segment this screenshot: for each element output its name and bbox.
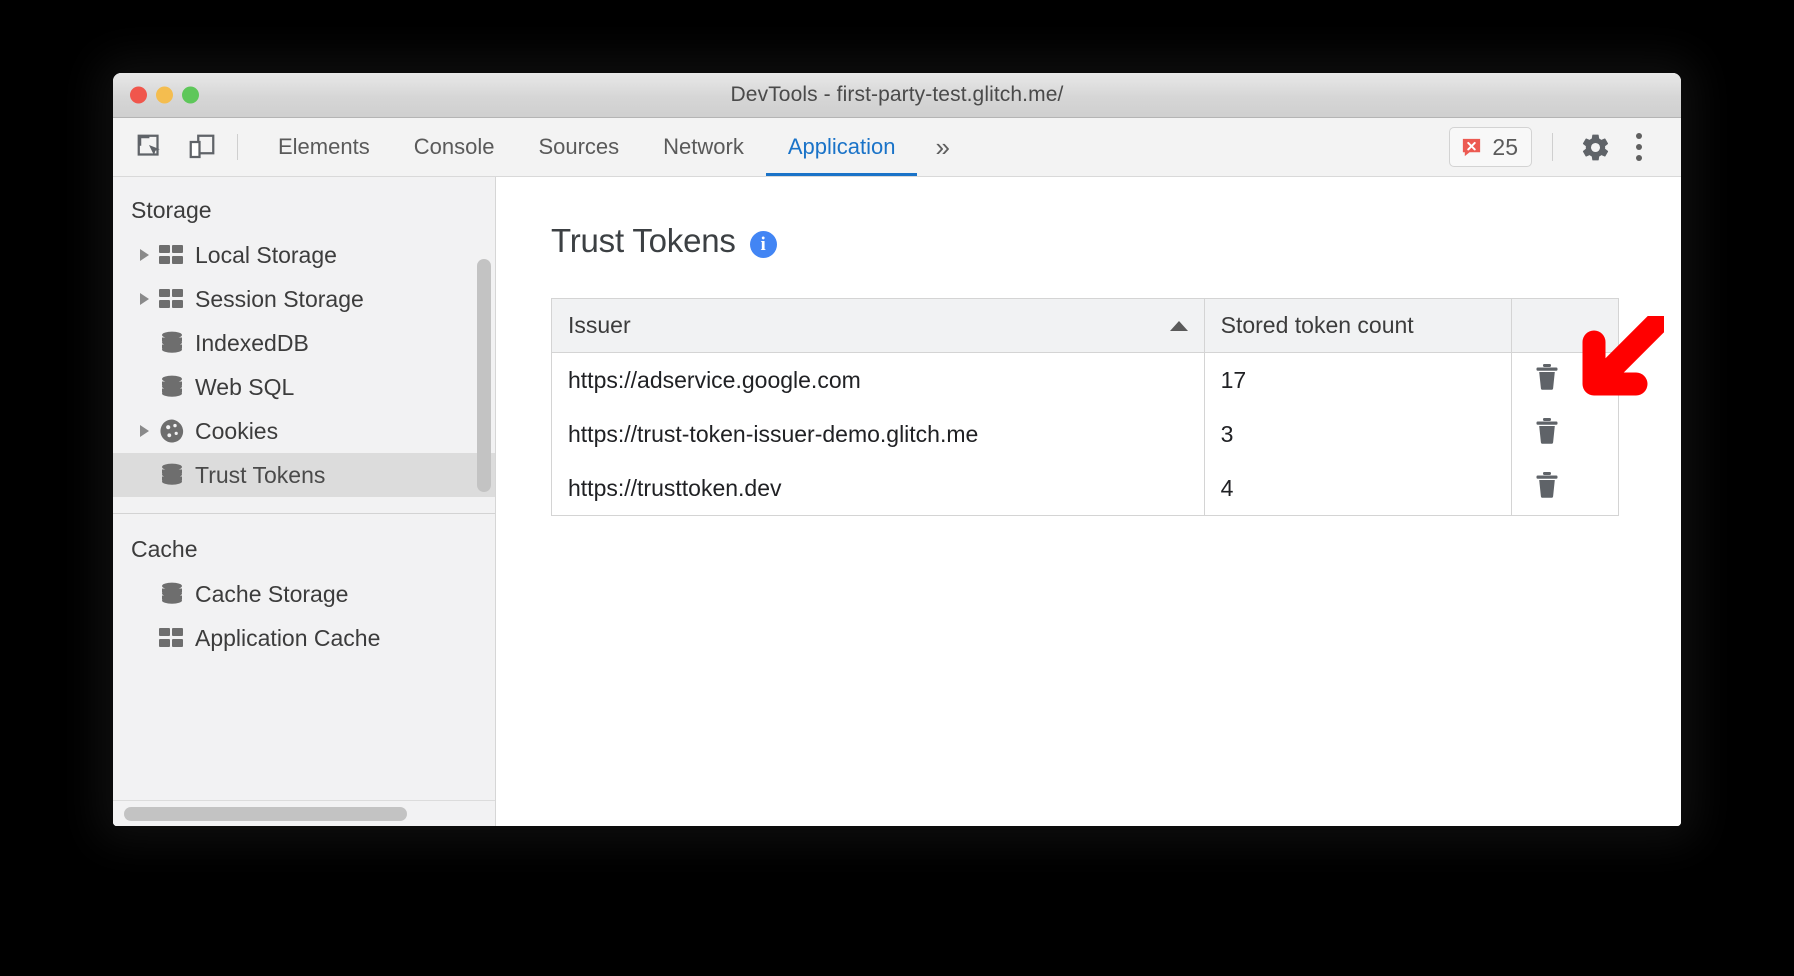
sidebar-item-label: Session Storage [195, 286, 364, 313]
sidebar-scroll-area: Storage Local Storage [113, 177, 495, 800]
table-body: https://adservice.google.com 17 [552, 353, 1619, 516]
info-icon[interactable]: i [750, 231, 777, 258]
page-title: Trust Tokens [551, 222, 736, 260]
window-titlebar: DevTools - first-party-test.glitch.me/ [113, 73, 1681, 118]
column-header-delete[interactable] [1511, 299, 1618, 353]
sidebar-item-label: Cache Storage [195, 581, 348, 608]
column-header-issuer[interactable]: Issuer [552, 299, 1205, 353]
sidebar-horizontal-scroll-thumb[interactable] [124, 807, 407, 821]
cell-issuer: https://adservice.google.com [552, 353, 1205, 408]
cell-delete[interactable] [1511, 407, 1618, 461]
cell-delete[interactable] [1511, 353, 1618, 408]
trash-icon[interactable] [1534, 471, 1560, 499]
table-icon [155, 288, 189, 310]
database-icon [155, 582, 189, 606]
database-icon [155, 375, 189, 399]
application-sidebar: Storage Local Storage [113, 177, 496, 826]
sidebar-vertical-scrollbar[interactable] [477, 259, 491, 492]
gear-icon[interactable] [1573, 125, 1617, 169]
device-toolbar-icon[interactable] [181, 126, 223, 168]
cell-stored-token-count: 17 [1204, 353, 1511, 408]
inspect-element-icon[interactable] [129, 126, 171, 168]
sidebar-section-storage-title: Storage [113, 188, 495, 233]
sidebar-item-label: Trust Tokens [195, 462, 325, 489]
table-row[interactable]: https://trust-token-issuer-demo.glitch.m… [552, 407, 1619, 461]
table-row[interactable]: https://adservice.google.com 17 [552, 353, 1619, 408]
chevron-right-icon[interactable] [133, 425, 155, 437]
cell-issuer: https://trusttoken.dev [552, 461, 1205, 516]
tab-sources[interactable]: Sources [516, 118, 641, 176]
kebab-menu-icon[interactable] [1617, 125, 1661, 169]
devtools-body: Storage Local Storage [113, 177, 1681, 826]
tab-network[interactable]: Network [641, 118, 766, 176]
cell-stored-token-count: 3 [1204, 407, 1511, 461]
close-window-button[interactable] [130, 87, 147, 104]
screenshot-root: DevTools - first-party-test.glitch.me/ [0, 0, 1794, 976]
table-icon [155, 244, 189, 266]
cell-issuer: https://trust-token-issuer-demo.glitch.m… [552, 407, 1205, 461]
panel-tabs: Elements Console Sources Network Applica… [256, 118, 965, 176]
kebab-dots [1636, 133, 1642, 161]
toolbar-right-divider [1552, 133, 1553, 161]
error-count-badge[interactable]: 25 [1449, 127, 1532, 167]
cell-stored-token-count: 4 [1204, 461, 1511, 516]
more-tabs-button[interactable]: » [917, 118, 964, 176]
column-header-label: Stored token count [1221, 312, 1414, 338]
column-header-stored-token-count[interactable]: Stored token count [1204, 299, 1511, 353]
error-count-label: 25 [1492, 134, 1518, 161]
error-badge-icon [1460, 136, 1483, 159]
traffic-lights [130, 87, 199, 104]
table-header: Issuer Stored token count [552, 299, 1619, 353]
tab-elements[interactable]: Elements [256, 118, 392, 176]
sidebar-item-local-storage[interactable]: Local Storage [113, 233, 495, 277]
trust-tokens-table: Issuer Stored token count [551, 298, 1619, 516]
window-title: DevTools - first-party-test.glitch.me/ [113, 83, 1681, 107]
devtools-window: DevTools - first-party-test.glitch.me/ [113, 73, 1681, 826]
sort-ascending-icon [1170, 321, 1188, 331]
chevron-right-icon[interactable] [133, 293, 155, 305]
sidebar-item-label: Application Cache [195, 625, 380, 652]
trust-tokens-panel: Trust Tokens i Issuer Stored token count [496, 177, 1681, 826]
sidebar-item-label: IndexedDB [195, 330, 309, 357]
toolbar-right-group: 25 [1449, 118, 1681, 176]
sidebar-item-application-cache[interactable]: Application Cache [113, 616, 495, 660]
sidebar-item-cookies[interactable]: Cookies [113, 409, 495, 453]
table-header-row: Issuer Stored token count [552, 299, 1619, 353]
tab-console[interactable]: Console [392, 118, 517, 176]
maximize-window-button[interactable] [182, 87, 199, 104]
sidebar-item-label: Local Storage [195, 242, 337, 269]
trash-icon[interactable] [1534, 417, 1560, 445]
table-icon [155, 627, 189, 649]
sidebar-item-label: Cookies [195, 418, 278, 445]
sidebar-item-web-sql[interactable]: Web SQL [113, 365, 495, 409]
sidebar-section-cache-title: Cache [113, 514, 495, 572]
devtools-toolbar: Elements Console Sources Network Applica… [113, 118, 1681, 177]
table-row[interactable]: https://trusttoken.dev 4 [552, 461, 1619, 516]
sidebar-item-cache-storage[interactable]: Cache Storage [113, 572, 495, 616]
sidebar-item-indexeddb[interactable]: IndexedDB [113, 321, 495, 365]
panel-header: Trust Tokens i [551, 222, 1681, 260]
column-header-label: Issuer [568, 312, 631, 338]
minimize-window-button[interactable] [156, 87, 173, 104]
trash-icon[interactable] [1534, 363, 1560, 391]
database-icon [155, 463, 189, 487]
cell-delete[interactable] [1511, 461, 1618, 516]
tab-application[interactable]: Application [766, 118, 918, 176]
sidebar-item-label: Web SQL [195, 374, 294, 401]
cookie-icon [155, 418, 189, 444]
chevron-right-icon[interactable] [133, 249, 155, 261]
sidebar-horizontal-scrollbar[interactable] [113, 800, 495, 826]
toolbar-divider [237, 134, 238, 160]
toolbar-left-icons [129, 118, 237, 176]
sidebar-item-session-storage[interactable]: Session Storage [113, 277, 495, 321]
database-icon [155, 331, 189, 355]
sidebar-item-trust-tokens[interactable]: Trust Tokens [113, 453, 495, 497]
